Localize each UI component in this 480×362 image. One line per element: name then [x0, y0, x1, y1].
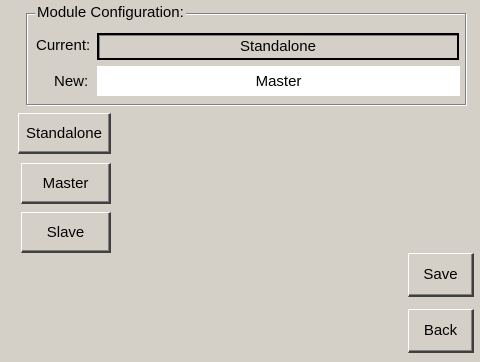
current-value-field: Standalone: [97, 33, 459, 60]
new-value: Master: [255, 72, 302, 90]
save-button[interactable]: Save: [408, 253, 474, 297]
standalone-button[interactable]: Standalone: [18, 113, 111, 154]
new-label: New:: [54, 73, 89, 90]
current-label: Current:: [36, 37, 91, 54]
back-button[interactable]: Back: [408, 309, 474, 353]
module-configuration-title: Module Configuration:: [35, 4, 186, 22]
slave-button[interactable]: Slave: [21, 212, 111, 253]
new-value-field: Master: [97, 66, 460, 96]
current-value: Standalone: [240, 38, 316, 55]
master-button[interactable]: Master: [21, 163, 111, 204]
